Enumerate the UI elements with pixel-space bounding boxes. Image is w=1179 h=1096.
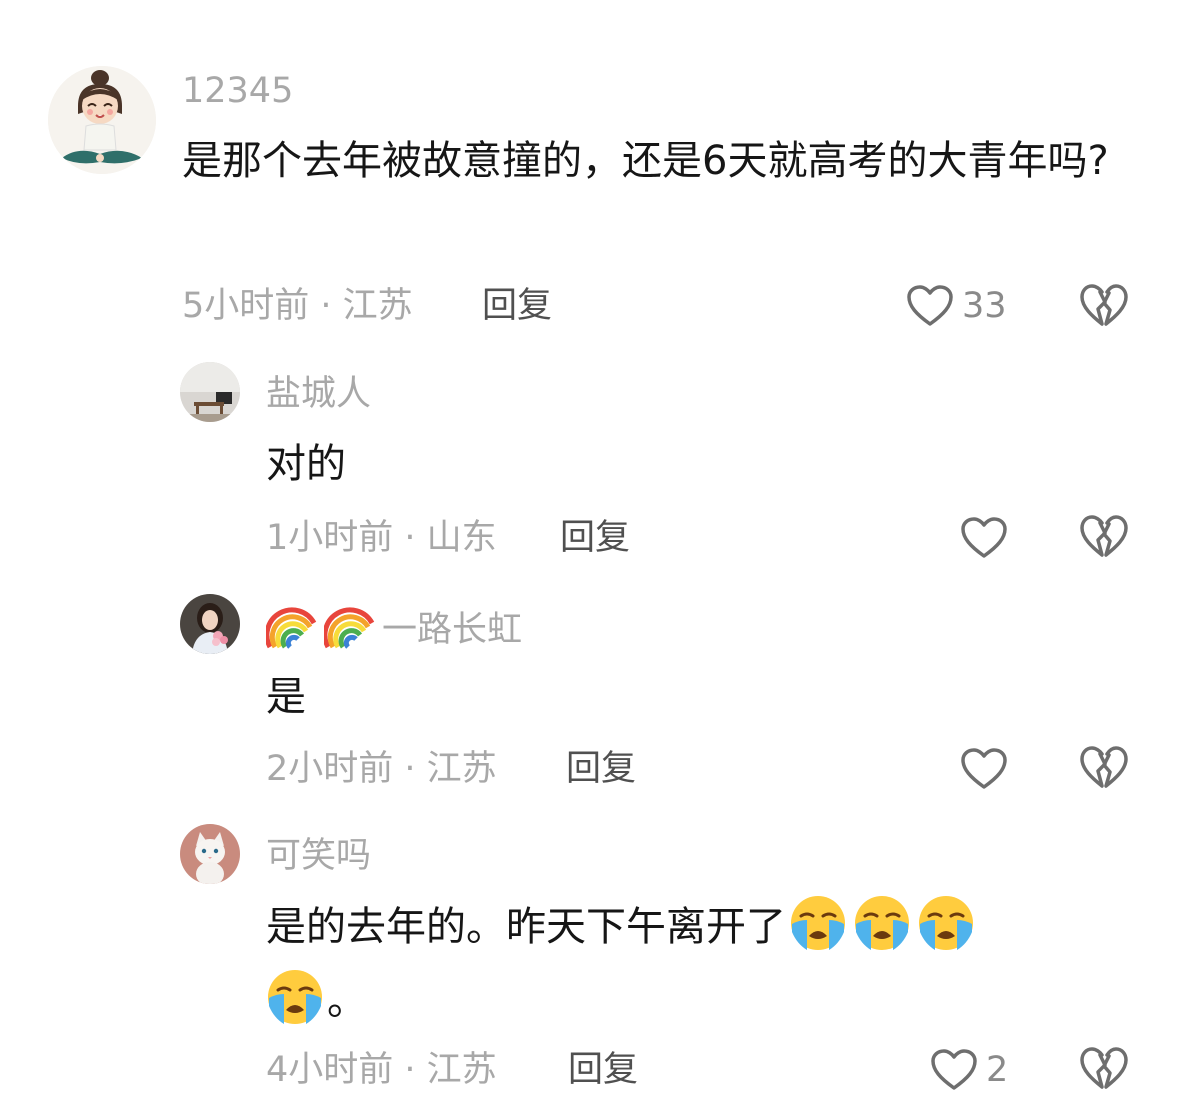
avatar[interactable] <box>180 594 240 654</box>
white-cat-avatar-icon <box>180 824 240 884</box>
heart-icon <box>961 517 1007 558</box>
heart-icon <box>931 1049 977 1090</box>
comment-text-end: 。 <box>327 978 367 1024</box>
cartoon-girl-avatar-icon <box>48 66 156 174</box>
dislike-button[interactable] <box>1080 1046 1128 1094</box>
reply-button[interactable]: 回复 <box>566 749 636 789</box>
broken-heart-icon <box>1080 1047 1128 1089</box>
dislike-button[interactable] <box>1080 745 1128 793</box>
comment-text: 是那个去年被故意撞的，还是6天就高考的大青年吗? <box>182 138 1109 184</box>
broken-heart-icon <box>1080 284 1128 326</box>
like-count: 33 <box>962 286 1007 326</box>
like-button[interactable]: 33 <box>906 282 1007 330</box>
avatar[interactable] <box>48 66 156 174</box>
comment-text: 对的 <box>266 441 346 487</box>
reply-button[interactable]: 回复 <box>568 1050 638 1090</box>
like-count: 2 <box>986 1050 1009 1090</box>
avatar[interactable] <box>180 362 240 422</box>
comment-time-location: 5小时前 · 江苏 <box>182 286 413 326</box>
rainbow-emoji-icon <box>324 605 376 649</box>
loudly-crying-face-icon <box>789 894 847 952</box>
comment-username[interactable]: 一路长虹 <box>266 605 522 650</box>
dislike-button[interactable] <box>1080 283 1128 331</box>
loudly-crying-face-icon <box>266 968 324 1026</box>
loudly-crying-face-icon <box>853 894 911 952</box>
heart-icon <box>907 285 953 326</box>
loudly-crying-face-icon <box>917 894 975 952</box>
reply-button[interactable]: 回复 <box>560 518 630 558</box>
username-text: 一路长虹 <box>382 610 523 650</box>
like-button[interactable]: 2 <box>930 1046 1008 1094</box>
comment-username[interactable]: 盐城人 <box>266 374 371 414</box>
comment-text-body: 是的去年的。昨天下午离开了 <box>266 904 786 950</box>
comment-item: 12345 是那个去年被故意撞的，还是6天就高考的大青年吗? 5小时前 · 江苏… <box>0 0 1179 340</box>
reply-comment-item: 一路长虹 是 2小时前 · 江苏 回复 <box>0 572 1179 802</box>
dislike-button[interactable] <box>1080 514 1128 562</box>
comment-username[interactable]: 可笑吗 <box>266 836 371 876</box>
reply-button[interactable]: 回复 <box>482 286 552 326</box>
avatar[interactable] <box>180 824 240 884</box>
comment-username[interactable]: 12345 <box>182 71 293 111</box>
broken-heart-icon <box>1080 515 1128 557</box>
broken-heart-icon <box>1080 746 1128 788</box>
comment-time-location: 4小时前 · 江苏 <box>266 1050 497 1090</box>
comment-text: 是 <box>266 674 306 720</box>
like-button[interactable] <box>960 514 1008 562</box>
rainbow-emoji-icon <box>266 605 318 649</box>
woman-with-flowers-avatar-icon <box>180 594 240 654</box>
like-button[interactable] <box>960 745 1008 793</box>
comment-time-location: 2小时前 · 江苏 <box>266 749 497 789</box>
reply-comment-item: 盐城人 对的 1小时前 · 山东 回复 <box>0 340 1179 572</box>
heart-icon <box>961 748 1007 789</box>
reply-comment-item: 可笑吗 是的去年的。昨天下午离开了。 4小时前 · 江苏 回复 2 <box>0 802 1179 1092</box>
room-photo-avatar-icon <box>180 362 240 422</box>
comment-time-location: 1小时前 · 山东 <box>266 518 497 558</box>
comment-text: 是的去年的。昨天下午离开了。 <box>266 890 1066 1038</box>
